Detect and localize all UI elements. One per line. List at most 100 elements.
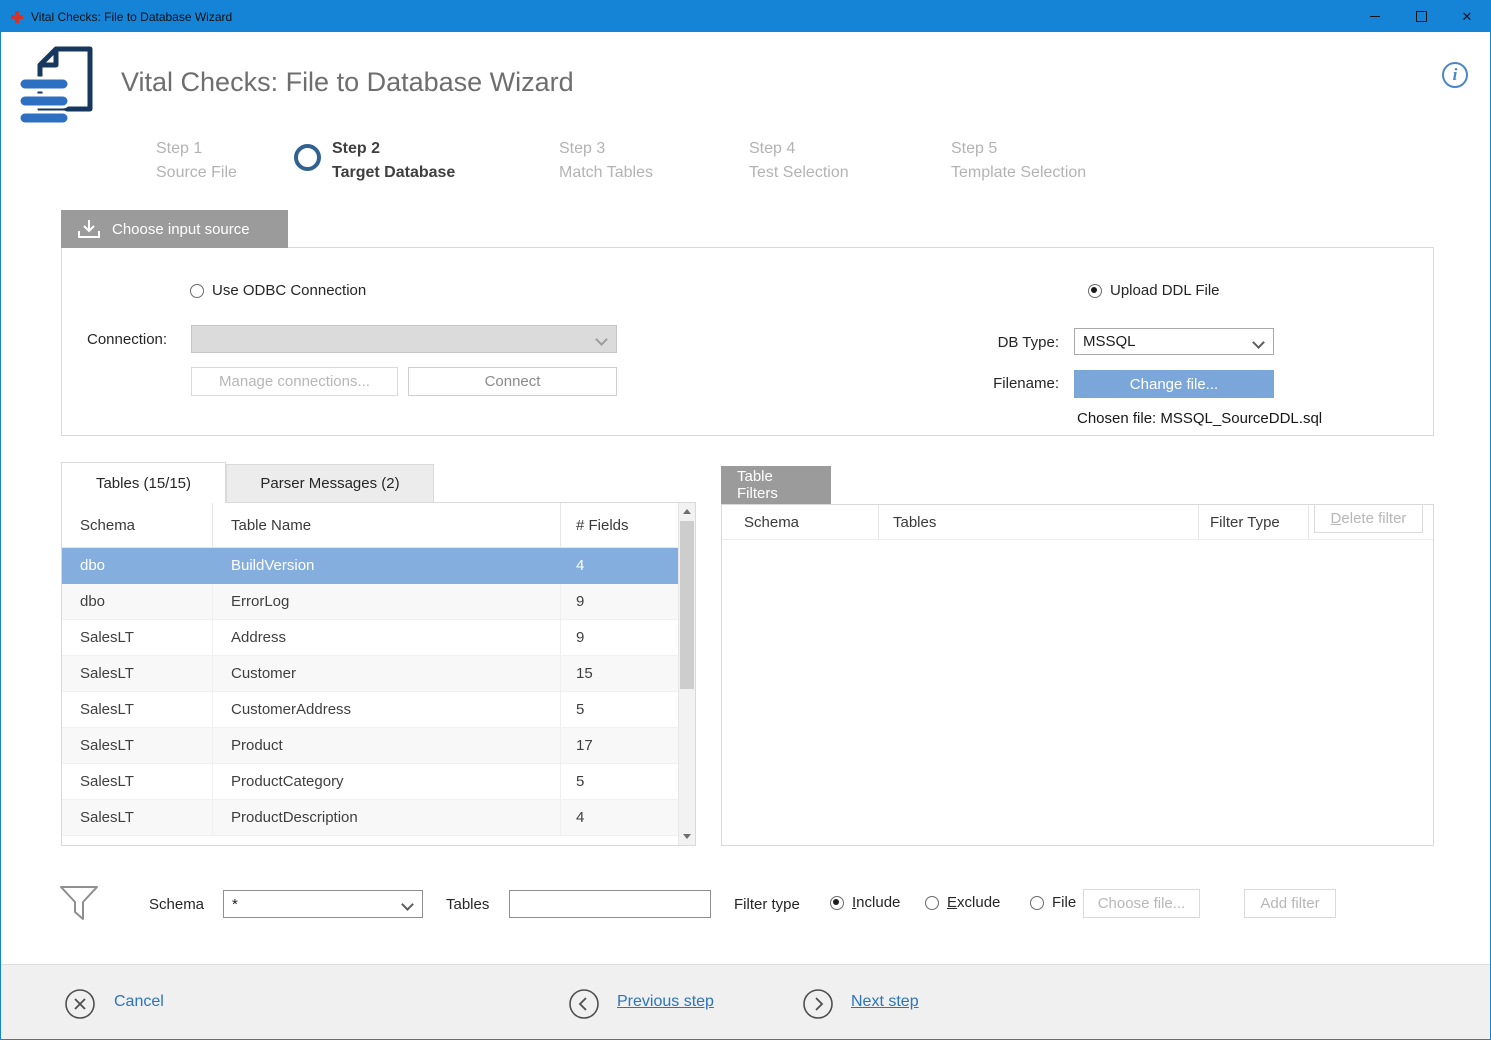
table-row[interactable]: dbo ErrorLog 9 (62, 584, 678, 620)
step-5-template-selection[interactable]: Step 5 Template Selection (951, 137, 1086, 185)
cell-fields: 9 (561, 584, 678, 619)
upload-radio-label: Upload DDL File (1110, 282, 1220, 299)
step-number: Step 3 (559, 137, 653, 161)
input-source-panel: Use ODBC Connection Connection: Manage c… (61, 247, 1434, 436)
previous-icon[interactable] (568, 988, 600, 1025)
step-label: Match Tables (559, 161, 653, 185)
tab-tables[interactable]: Tables (15/15) (61, 462, 226, 503)
scroll-down-button[interactable] (679, 828, 695, 845)
table-row[interactable]: SalesLT Customer 15 (62, 656, 678, 692)
radio-icon (1030, 896, 1044, 910)
connect-button[interactable]: Connect (408, 367, 617, 396)
chevron-down-icon (595, 333, 608, 346)
connection-select[interactable] (191, 325, 617, 353)
input-source-header: Choose input source (61, 210, 288, 248)
maximize-button[interactable] (1398, 1, 1444, 32)
cell-fields: 5 (561, 764, 678, 799)
step-number: Step 1 (156, 137, 237, 161)
step-4-test-selection[interactable]: Step 4 Test Selection (749, 137, 849, 185)
cell-schema: SalesLT (62, 764, 213, 799)
close-button[interactable]: ✕ (1444, 1, 1490, 32)
minimize-button[interactable] (1352, 1, 1398, 32)
odbc-connection-radio[interactable]: Use ODBC Connection (190, 282, 366, 299)
filename-label: Filename: (922, 375, 1059, 393)
manage-connections-button[interactable]: Manage connections... (191, 367, 398, 396)
table-row[interactable]: SalesLT ProductDescription 4 (62, 800, 678, 836)
cell-table-name: Address (213, 620, 561, 655)
table-row[interactable]: SalesLT Product 17 (62, 728, 678, 764)
add-filter-button[interactable]: Add filter (1244, 889, 1336, 918)
step-label: Template Selection (951, 161, 1086, 185)
column-header-filter-type: Filter Type (1199, 505, 1309, 539)
delete-filter-button[interactable]: Delete filter (1314, 504, 1423, 533)
input-source-title: Choose input source (112, 221, 250, 238)
radio-icon (830, 896, 844, 910)
cell-table-name: CustomerAddress (213, 692, 561, 727)
cancel-icon[interactable] (64, 988, 96, 1025)
next-icon[interactable] (802, 988, 834, 1025)
page-title: Vital Checks: File to Database Wizard (121, 67, 574, 98)
cell-fields: 9 (561, 620, 678, 655)
cell-table-name: ProductCategory (213, 764, 561, 799)
change-file-button[interactable]: Change file... (1074, 370, 1274, 398)
step-label: Target Database (332, 161, 455, 185)
step-number: Step 2 (332, 137, 455, 161)
cell-table-name: ProductDescription (213, 800, 561, 835)
table-row[interactable]: dbo BuildVersion 4 (62, 548, 678, 584)
upload-ddl-radio[interactable]: Upload DDL File (1088, 282, 1220, 299)
cell-fields: 5 (561, 692, 678, 727)
filter-type-exclude-radio[interactable]: Exclude (925, 894, 1000, 911)
column-header-table-name: Table Name (213, 503, 561, 547)
tables-scrollbar[interactable] (678, 503, 695, 845)
cell-schema: SalesLT (62, 620, 213, 655)
table-filters-header: Table Filters (721, 466, 831, 504)
arrow-down-icon (683, 834, 691, 839)
step-number: Step 5 (951, 137, 1086, 161)
filter-type-include-radio[interactable]: Include (830, 894, 900, 911)
step-3-match-tables[interactable]: Step 3 Match Tables (559, 137, 653, 185)
funnel-icon (58, 884, 100, 929)
cancel-button[interactable]: Cancel (114, 993, 164, 1011)
step-number: Step 4 (749, 137, 849, 161)
cell-fields: 17 (561, 728, 678, 763)
table-filters-grid: Schema Tables Filter Type Delete filter (721, 504, 1434, 846)
step-2-target-database[interactable]: Step 2 Target Database (332, 137, 455, 185)
minimize-icon (1370, 16, 1380, 17)
table-row[interactable]: SalesLT CustomerAddress 5 (62, 692, 678, 728)
tables-grid-header: Schema Table Name # Fields (62, 503, 678, 548)
choose-file-button[interactable]: Choose file... (1083, 889, 1200, 918)
filter-tables-input[interactable] (509, 890, 711, 918)
window-title: Vital Checks: File to Database Wizard (31, 10, 232, 24)
tables-grid-body: dbo BuildVersion 4 dbo ErrorLog 9 SalesL… (62, 548, 678, 836)
file-radio-label: File (1052, 894, 1076, 911)
arrow-up-icon (683, 509, 691, 514)
exclude-radio-label: Exclude (947, 894, 1000, 911)
chosen-file-text: Chosen file: MSSQL_SourceDDL.sql (1077, 410, 1322, 427)
download-icon (77, 219, 101, 239)
radio-icon (190, 284, 204, 298)
next-step-button[interactable]: Next step (851, 993, 919, 1011)
include-radio-label: Include (852, 894, 900, 911)
table-row[interactable]: SalesLT ProductCategory 5 (62, 764, 678, 800)
db-type-select[interactable]: MSSQL (1074, 328, 1274, 355)
previous-step-button[interactable]: Previous step (617, 993, 714, 1011)
connection-label: Connection: (87, 331, 167, 349)
cell-table-name: ErrorLog (213, 584, 561, 619)
app-logo-icon (16, 45, 98, 132)
cell-schema: dbo (62, 548, 213, 583)
tab-parser-messages[interactable]: Parser Messages (2) (226, 464, 434, 502)
filter-schema-value: * (232, 896, 238, 913)
info-icon[interactable]: i (1442, 62, 1468, 88)
cell-schema: SalesLT (62, 728, 213, 763)
scroll-up-button[interactable] (679, 503, 695, 520)
close-icon: ✕ (1462, 10, 1473, 23)
titlebar: Vital Checks: File to Database Wizard ✕ (1, 1, 1490, 32)
scrollbar-thumb[interactable] (680, 521, 694, 689)
cell-table-name: Product (213, 728, 561, 763)
filter-schema-select[interactable]: * (223, 890, 423, 918)
filter-type-file-radio[interactable]: File (1030, 894, 1076, 911)
cell-table-name: BuildVersion (213, 548, 561, 583)
table-row[interactable]: SalesLT Address 9 (62, 620, 678, 656)
radio-icon (1088, 284, 1102, 298)
step-1-source-file[interactable]: Step 1 Source File (156, 137, 237, 185)
